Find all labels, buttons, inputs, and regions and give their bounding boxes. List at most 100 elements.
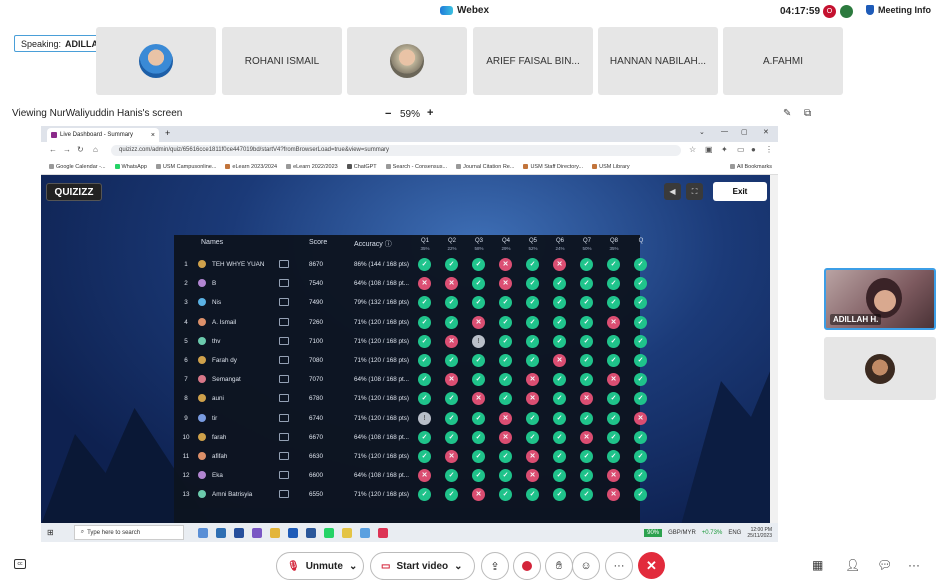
forward-icon[interactable]: → xyxy=(63,145,71,154)
incorrect-icon[interactable]: ✕ xyxy=(580,392,593,406)
sound-icon[interactable]: ◀ xyxy=(664,183,681,200)
correct-icon[interactable]: ✓ xyxy=(499,488,512,502)
correct-icon[interactable]: ✓ xyxy=(607,277,620,291)
correct-icon[interactable]: ✓ xyxy=(553,373,566,387)
close-window-icon[interactable]: ✕ xyxy=(763,128,769,136)
mail-icon[interactable] xyxy=(279,394,289,403)
correct-icon[interactable]: ✓ xyxy=(526,296,539,310)
participant-tile[interactable] xyxy=(347,27,467,95)
home-icon[interactable]: ⌂ xyxy=(93,145,98,154)
correct-icon[interactable]: ✓ xyxy=(526,411,539,425)
star-icon[interactable]: ☆ xyxy=(689,145,696,154)
incorrect-icon[interactable]: ✕ xyxy=(553,354,566,367)
correct-icon[interactable]: ✓ xyxy=(418,373,431,387)
chat-icon[interactable]: 💬︎ xyxy=(877,558,892,572)
extension-icon[interactable]: ▣ xyxy=(705,145,713,154)
incorrect-icon[interactable]: ✕ xyxy=(607,488,620,502)
reload-icon[interactable]: ↻ xyxy=(77,145,84,154)
correct-icon[interactable]: ✓ xyxy=(472,450,485,463)
participant-video-tile[interactable] xyxy=(824,337,936,400)
mail-icon[interactable] xyxy=(279,471,289,480)
correct-icon[interactable]: ✓ xyxy=(634,277,647,291)
fullscreen-icon[interactable]: ⛶ xyxy=(686,183,703,200)
mail-icon[interactable] xyxy=(279,279,289,288)
all-bookmarks[interactable]: All Bookmarks xyxy=(729,164,778,170)
bookmark-item[interactable]: Search - Consensus... xyxy=(385,164,447,170)
correct-icon[interactable]: ✓ xyxy=(607,450,620,463)
incorrect-icon[interactable]: ✕ xyxy=(553,258,566,271)
mail-icon[interactable] xyxy=(279,356,289,364)
correct-icon[interactable]: ✓ xyxy=(553,277,566,291)
correct-icon[interactable]: ✓ xyxy=(607,334,620,348)
correct-icon[interactable]: ✓ xyxy=(526,354,539,367)
mail-icon[interactable] xyxy=(279,336,289,345)
correct-icon[interactable]: ✓ xyxy=(553,450,566,463)
incorrect-icon[interactable]: ✕ xyxy=(526,469,539,483)
incorrect-icon[interactable]: ✕ xyxy=(499,277,512,291)
correct-icon[interactable]: ✓ xyxy=(553,469,566,483)
question-header[interactable]: Q4 29% xyxy=(495,237,517,253)
correct-icon[interactable]: ✓ xyxy=(526,315,539,329)
table-row[interactable]: 5 thv 7100 71% (120 / 168 pts) ✓ ✕! ✓ ✓ ✓ ✓ ✓ ✓ xyxy=(174,332,647,351)
table-row[interactable]: 10 farah 6670 64% (108 / 168 pt... ✓ ✓ ✓ ✕ ✓ ✓ ✕ ✓ ✓ xyxy=(174,428,647,447)
table-row[interactable]: 1 TEH WHYE YUAN 8670 86% (144 / 168 pts) ✓ ✓ ✓… xyxy=(174,255,647,274)
zoom-out-button[interactable]: − xyxy=(385,108,391,120)
correct-icon[interactable]: ✓ xyxy=(580,450,593,463)
table-row[interactable]: 13 Amni Batrisyia 6550 71% (120 / 168 pts) ✓… xyxy=(174,485,647,504)
bookmark-item[interactable]: eLearn 2022/2023 xyxy=(286,164,338,170)
table-row[interactable]: 8 auni 6780 71% (120 / 168 pts) ✓ ✓ ✕ ✓ ✕ ✓ ✕ ✓ ✓ xyxy=(174,389,647,408)
app-icon[interactable] xyxy=(251,527,262,538)
incorrect-icon[interactable]: ✕ xyxy=(445,277,458,291)
correct-icon[interactable]: ✓ xyxy=(499,392,512,406)
correct-icon[interactable]: ✓ xyxy=(499,373,512,387)
correct-icon[interactable]: ✓ xyxy=(445,469,458,483)
mail-icon[interactable] xyxy=(279,413,289,422)
correct-icon[interactable]: ✓ xyxy=(445,296,458,310)
vertical-scrollbar[interactable] xyxy=(770,175,778,523)
meeting-info-button[interactable]: Meeting Info xyxy=(866,5,931,15)
outlook-icon[interactable] xyxy=(287,527,298,538)
start-video-button[interactable]: ▭ Start video ⌄ xyxy=(370,552,475,580)
correct-icon[interactable]: ✓ xyxy=(445,411,458,425)
table-row[interactable]: 9 tir 6740 71% (120 / 168 pts)! ✓ ✓ ✕ ✓ ✓ ✓ ✓ ✕ xyxy=(174,409,647,428)
participant-tile[interactable]: ROHANI ISMAIL xyxy=(222,27,342,95)
incorrect-icon[interactable]: ✕ xyxy=(418,469,431,483)
share-icon[interactable]: ⇪ xyxy=(481,552,509,580)
participants-icon[interactable]: 👤︎ xyxy=(845,558,860,572)
correct-icon[interactable]: ✓ xyxy=(553,411,566,425)
correct-icon[interactable]: ✓ xyxy=(607,296,620,310)
incorrect-icon[interactable]: ✕ xyxy=(472,488,485,502)
windows-start-icon[interactable]: ⊞ xyxy=(47,528,54,537)
record-icon[interactable] xyxy=(513,552,541,580)
question-header[interactable]: Q3 58% xyxy=(468,237,490,253)
correct-icon[interactable]: ✓ xyxy=(580,373,593,387)
table-row[interactable]: 6 Farah dy 7080 71% (120 / 168 pts) ✓ ✓ ✓ ✓ ✓ ✕ ✓ ✓… xyxy=(174,351,647,370)
sidebar-icon[interactable]: ▭ xyxy=(737,145,745,154)
correct-icon[interactable]: ✓ xyxy=(418,392,431,406)
correct-icon[interactable]: ✓ xyxy=(472,277,485,291)
menu-icon[interactable]: ⋮ xyxy=(765,145,773,154)
explorer-icon[interactable] xyxy=(341,527,352,538)
correct-icon[interactable]: ✓ xyxy=(418,296,431,310)
correct-icon[interactable]: ✓ xyxy=(553,296,566,310)
incorrect-icon[interactable]: ✕ xyxy=(445,450,458,463)
incorrect-icon[interactable]: ✕ xyxy=(472,392,485,406)
correct-icon[interactable]: ✓ xyxy=(445,315,458,329)
unmute-button[interactable]: 🎙︎ Unmute ⌄ xyxy=(276,552,364,580)
correct-icon[interactable]: ✓ xyxy=(634,373,647,387)
correct-icon[interactable]: ✓ xyxy=(553,488,566,502)
correct-icon[interactable]: ✓ xyxy=(418,334,431,348)
correct-icon[interactable]: ✓ xyxy=(472,258,485,271)
table-row[interactable]: 2 B 7540 64% (108 / 168 pt... ✕ ✕ ✓ ✕ ✓ ✓ ✓ ✓ ✓ xyxy=(174,274,647,293)
correct-icon[interactable]: ✓ xyxy=(472,430,485,444)
correct-icon[interactable]: ✓ xyxy=(445,430,458,444)
bookmark-item[interactable]: USM Campusonline... xyxy=(155,164,216,170)
correct-icon[interactable]: ✓ xyxy=(553,315,566,329)
question-header[interactable]: Q6 24% xyxy=(549,237,571,253)
bookmark-item[interactable]: USM Library xyxy=(592,164,630,170)
close-tab-icon[interactable]: × xyxy=(151,132,155,139)
question-header[interactable]: Q8 35% xyxy=(603,237,625,253)
pop-out-icon[interactable]: ⧉ xyxy=(804,108,811,119)
bookmark-item[interactable]: Journal Citation Re... xyxy=(456,164,514,170)
participant-tile[interactable]: ARIEF FAISAL BIN... xyxy=(473,27,593,95)
